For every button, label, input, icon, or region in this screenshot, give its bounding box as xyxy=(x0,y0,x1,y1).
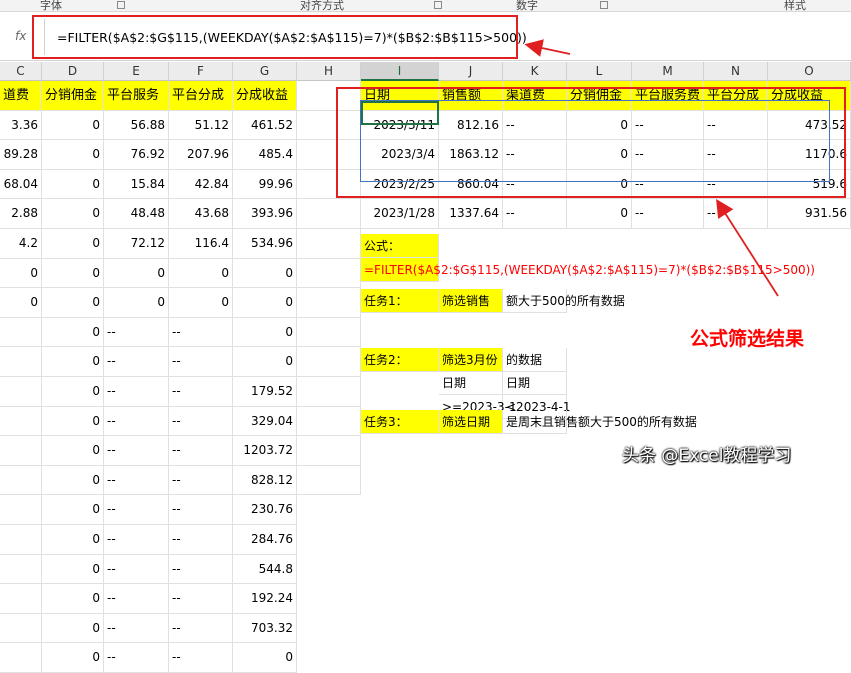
annotation-arrows xyxy=(524,39,779,297)
data-cell[interactable]: -- xyxy=(169,495,233,525)
data-cell[interactable] xyxy=(0,525,42,555)
data-cell[interactable]: 230.76 xyxy=(233,495,297,525)
data-cell[interactable]: 192.24 xyxy=(233,584,297,614)
result-arrow xyxy=(716,198,779,297)
data-cell[interactable]: -- xyxy=(104,643,169,673)
data-cell[interactable]: -- xyxy=(104,584,169,614)
data-cell[interactable]: 703.32 xyxy=(233,613,297,644)
data-cell[interactable]: 544.8 xyxy=(233,554,297,585)
data-cell[interactable] xyxy=(0,613,42,644)
data-cell[interactable]: 0 xyxy=(233,643,297,673)
data-cell[interactable]: 0 xyxy=(42,613,104,644)
data-cell[interactable]: -- xyxy=(104,554,169,585)
data-cell[interactable]: -- xyxy=(169,584,233,614)
data-cell[interactable]: -- xyxy=(169,613,233,644)
data-cell[interactable]: -- xyxy=(104,525,169,555)
data-cell[interactable]: 0 xyxy=(42,525,104,555)
formula-arrow xyxy=(524,39,571,57)
data-cell[interactable]: -- xyxy=(169,554,233,585)
data-cell[interactable]: 0 xyxy=(42,584,104,614)
data-cell[interactable]: -- xyxy=(104,495,169,525)
data-cell[interactable] xyxy=(0,643,42,673)
data-cell[interactable] xyxy=(0,554,42,585)
data-cell[interactable]: 0 xyxy=(42,554,104,585)
data-cell[interactable] xyxy=(0,495,42,525)
data-cell[interactable]: 284.76 xyxy=(233,525,297,555)
data-cell[interactable]: 0 xyxy=(42,495,104,525)
data-cell[interactable]: -- xyxy=(104,613,169,644)
data-cell[interactable]: -- xyxy=(169,643,233,673)
data-cell[interactable] xyxy=(0,584,42,614)
watermark: 头条 @Excel教程学习 xyxy=(622,446,792,466)
data-cell[interactable]: -- xyxy=(169,525,233,555)
data-cell[interactable]: 0 xyxy=(42,643,104,673)
